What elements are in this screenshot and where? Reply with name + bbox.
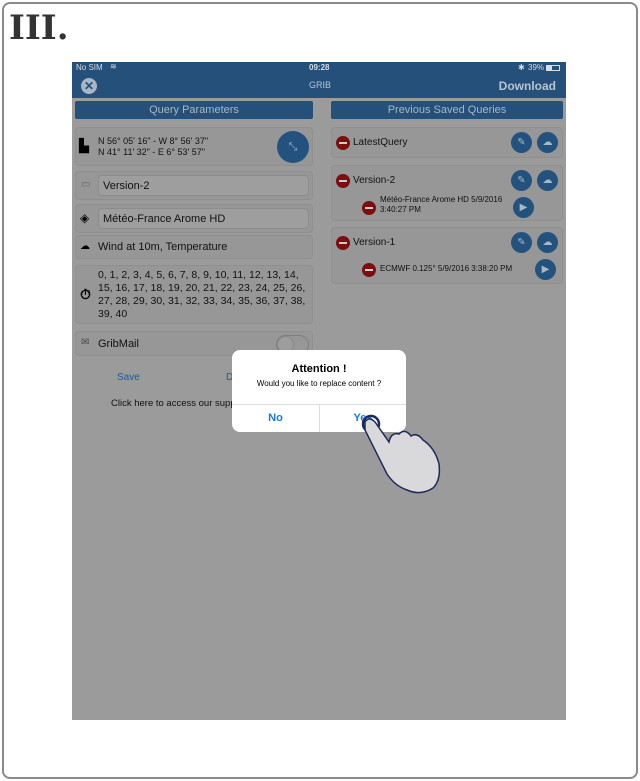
delete-icon[interactable]: [336, 136, 350, 150]
query-name: LatestQuery: [353, 137, 408, 148]
id-card-icon: ▭: [81, 179, 91, 190]
carrier: No SIM: [76, 63, 103, 72]
hours-value: 0, 1, 2, 3, 4, 5, 6, 7, 8, 9, 10, 11, 12…: [98, 269, 306, 320]
cloud-download-icon[interactable]: ☁: [537, 132, 558, 153]
download-button[interactable]: Download: [499, 79, 556, 93]
battery-icon: [546, 65, 560, 71]
saved-query-latestquery[interactable]: LatestQuery ✎ ☁: [331, 127, 563, 158]
nav-title: GRIB: [309, 80, 332, 90]
area-cell[interactable]: ▙ N 56° 05' 16" - W 8° 56' 37" N 41° 11'…: [75, 127, 313, 166]
nav-bar: ✕ GRIB Download: [72, 74, 566, 98]
stopwatch-icon: ⏱: [80, 286, 91, 302]
name-cell: ▭ Version-2: [75, 171, 313, 200]
delete-icon[interactable]: [362, 263, 376, 277]
dialog-message: Would you like to replace content ?: [256, 379, 382, 388]
cloud-wind-icon: ☁: [80, 241, 90, 252]
edit-icon[interactable]: ✎: [511, 232, 532, 253]
edit-icon[interactable]: ✎: [511, 170, 532, 191]
query-parameters-header: Query Parameters: [75, 101, 313, 119]
parameters-cell[interactable]: ☁ Wind at 10m, Temperature: [75, 235, 313, 259]
delete-icon[interactable]: [336, 236, 350, 250]
clock: 09:28: [309, 63, 330, 72]
save-button[interactable]: Save: [117, 372, 140, 383]
cloud-download-icon[interactable]: ☁: [537, 170, 558, 191]
bluetooth-icon: ✱: [518, 63, 525, 72]
no-button[interactable]: No: [232, 405, 319, 432]
query-name: Version-2: [353, 175, 396, 186]
step-label: III.: [9, 8, 69, 48]
gribmail-label: GribMail: [98, 338, 139, 350]
parameters-value: Wind at 10m, Temperature: [98, 241, 228, 253]
map-select-button[interactable]: ⤡: [277, 131, 309, 163]
query-run: ECMWF 0.125° 5/9/2016 3:38:20 PM: [380, 264, 513, 273]
coords-north: N 56° 05' 16" - W 8° 56' 37": [98, 136, 209, 146]
query-run: Météo-France Arome HD 5/9/2016 3:40:27 P…: [380, 195, 503, 214]
close-icon[interactable]: ✕: [81, 78, 97, 94]
query-name-input[interactable]: Version-2: [98, 175, 309, 196]
delete-icon[interactable]: [336, 174, 350, 188]
model-select[interactable]: Météo-France Arome HD: [98, 208, 309, 229]
map-icon: ▙: [79, 138, 89, 153]
delete-icon[interactable]: [362, 201, 376, 215]
tap-hand-icon: [361, 414, 441, 494]
edit-icon[interactable]: ✎: [511, 132, 532, 153]
dialog-title: Attention !: [291, 363, 347, 375]
coords-south: N 41° 11' 32" - E 6° 53' 57": [98, 147, 205, 157]
mail-icon: ✉: [81, 337, 90, 348]
model-cell: ◈ Météo-France Arome HD: [75, 204, 313, 233]
support-link[interactable]: Click here to access our supp: [111, 398, 236, 409]
status-bar: No SIM ≋ 09:28 ✱ 39%: [72, 62, 566, 74]
cloud-download-icon[interactable]: ☁: [537, 232, 558, 253]
saved-queries-header: Previous Saved Queries: [331, 101, 563, 119]
wifi-icon: ≋: [110, 62, 117, 71]
battery-percent: 39%: [528, 63, 545, 72]
play-icon[interactable]: ▶: [513, 197, 534, 218]
play-icon[interactable]: ▶: [535, 259, 556, 280]
query-name: Version-1: [353, 237, 396, 248]
saved-query-version-1[interactable]: Version-1 ✎ ☁ ECMWF 0.125° 5/9/2016 3:38…: [331, 227, 563, 284]
saved-query-version-2[interactable]: Version-2 ✎ ☁ Météo-France Arome HD 5/9/…: [331, 165, 563, 221]
hours-cell[interactable]: ⏱ 0, 1, 2, 3, 4, 5, 6, 7, 8, 9, 10, 11, …: [75, 265, 313, 324]
layers-icon: ◈: [80, 211, 90, 225]
